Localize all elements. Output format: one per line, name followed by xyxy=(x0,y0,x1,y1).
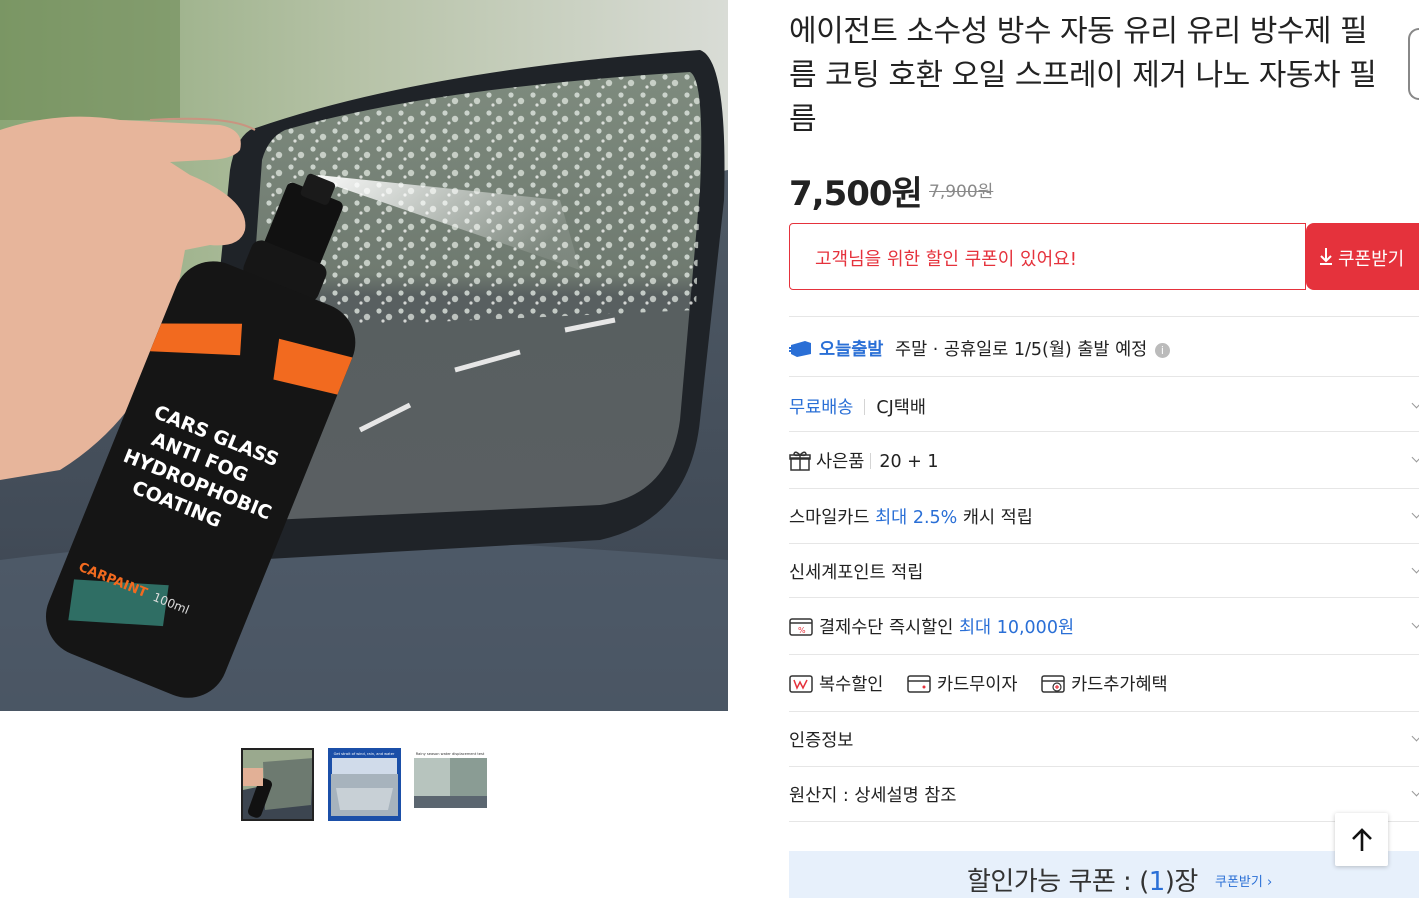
product-title: 에이전트 소수성 방수 자동 유리 유리 방수제 필름 코팅 호환 오일 스프레… xyxy=(789,14,1377,137)
chevron-down-icon[interactable] xyxy=(1411,618,1419,629)
svg-text:%: % xyxy=(798,626,806,635)
gift-value: 20 + 1 xyxy=(879,452,939,472)
original-price: 7,900원 xyxy=(929,182,994,202)
thumbnail-3[interactable]: Rainy season water displacement test xyxy=(414,748,487,821)
available-coupon-text: 할인가능 쿠폰 : (1)장 xyxy=(967,861,1198,898)
shipping-text: 주말 · 공휴일로 1/5(월) 출발 예정 xyxy=(894,340,1148,360)
free-shipping-label: 무료배송 xyxy=(789,398,854,418)
carrier-name: CJ택배 xyxy=(876,398,926,418)
card-interest-free-label: 카드무이자 xyxy=(936,675,1018,695)
chevron-down-icon[interactable] xyxy=(1411,786,1419,797)
truck-icon xyxy=(789,339,815,364)
smile-card-suffix: 캐시 적립 xyxy=(962,508,1033,528)
sale-price: 7,500원 xyxy=(789,174,923,214)
chevron-down-icon[interactable] xyxy=(1411,398,1419,409)
coupon-notice-text: 고객님을 위한 할인 쿠폰이 있어요! xyxy=(815,249,1077,270)
benefits-row: 복수할인 카드무이자 카드추가혜택 xyxy=(789,671,1168,699)
coupon-count: 1 xyxy=(1148,867,1166,897)
thumbnail-1[interactable] xyxy=(241,748,314,821)
card-icon xyxy=(907,674,931,699)
multi-discount-item[interactable]: 복수할인 xyxy=(789,675,889,695)
certification-info[interactable]: 인증정보 xyxy=(789,727,853,752)
thumbnail-2-caption: Get strait of wind, rain, and water xyxy=(334,752,395,756)
gift-label: 사은품 xyxy=(816,452,865,472)
gift-info: 사은품 20 + 1 xyxy=(789,448,939,476)
shipping-info: 오늘출발 주말 · 공휴일로 1/5(월) 출발 예정 i xyxy=(789,336,1170,364)
smile-card-info: 스마일카드 최대 2.5% 캐시 적립 xyxy=(789,504,1033,529)
multi-discount-label: 복수할인 xyxy=(819,675,884,695)
coupon-count-suffix: )장 xyxy=(1164,867,1199,897)
arrow-up-icon xyxy=(1350,827,1374,857)
smile-card-label: 스마일카드 xyxy=(789,508,870,528)
card-interest-free-item[interactable]: 카드무이자 xyxy=(907,675,1023,695)
payment-discount-info: % 결제수단 즉시할인 최대 10,000원 xyxy=(789,614,1074,642)
shinsegae-points: 신세계포인트 적립 xyxy=(789,563,924,583)
smile-card-rate: 최대 2.5% xyxy=(875,508,958,528)
discount-card-icon: % xyxy=(789,617,813,642)
thumbnail-3-caption: Rainy season water displacement test xyxy=(416,752,485,756)
coupon-download-button[interactable]: 쿠폰받기 xyxy=(1306,223,1419,290)
payment-discount-max: 최대 10,000원 xyxy=(958,618,1075,638)
side-panel-handle[interactable] xyxy=(1408,28,1419,100)
coupon-download-label: 쿠폰받기 xyxy=(1338,249,1405,270)
thumbnail-2[interactable]: Get strait of wind, rain, and water xyxy=(328,748,401,821)
payment-discount-label: 결제수단 즉시할인 xyxy=(819,618,954,638)
chevron-down-icon[interactable] xyxy=(1411,731,1419,742)
chevron-down-icon[interactable] xyxy=(1411,563,1419,574)
info-icon[interactable]: i xyxy=(1154,343,1170,358)
chevron-down-icon[interactable] xyxy=(1411,452,1419,463)
gift-icon xyxy=(789,451,811,476)
multi-discount-icon xyxy=(789,674,813,699)
origin-info: 원산지 : 상세설명 참조 xyxy=(789,786,957,806)
scroll-to-top-button[interactable] xyxy=(1335,813,1388,866)
product-main-image: CARS GLASS ANTI FOG HYDROPHOBIC COATING … xyxy=(0,0,728,711)
coupon-receive-link[interactable]: 쿠폰받기 › xyxy=(1215,871,1272,890)
chevron-down-icon[interactable] xyxy=(1411,508,1419,519)
card-extra-label: 카드추가혜택 xyxy=(1071,675,1168,695)
card-extra-item[interactable]: 카드추가혜택 xyxy=(1041,675,1168,695)
download-icon xyxy=(1318,246,1334,271)
today-ship-badge: 오늘출발 xyxy=(819,340,884,360)
delivery-info: 무료배송 CJ택배 xyxy=(789,394,926,419)
coupon-count-prefix: 할인가능 쿠폰 : ( xyxy=(967,867,1149,897)
card-plus-icon xyxy=(1041,674,1065,699)
